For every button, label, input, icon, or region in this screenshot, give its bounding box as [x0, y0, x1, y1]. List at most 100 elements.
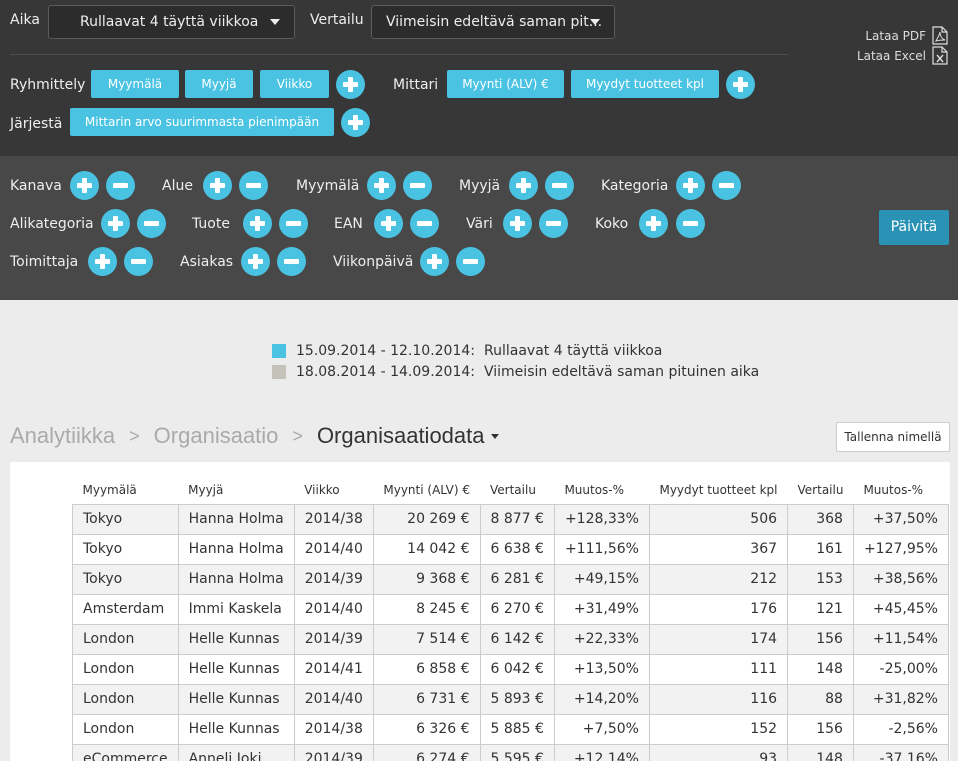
column-header[interactable]: Myynti (ALV) €	[373, 476, 480, 504]
group-chip-seller[interactable]: Myyjä	[185, 70, 253, 98]
filter-store-add-button[interactable]	[367, 171, 396, 200]
sort-chip[interactable]: Mittarin arvo suurimmasta pienimpään	[70, 108, 334, 136]
filter-seller-remove-button[interactable]	[545, 171, 574, 200]
table-cell: 6 274 €	[372, 743, 481, 761]
table-row[interactable]: Amsterdam Immi Kaskela 2014/40 8 245 €6 270…	[72, 593, 949, 625]
excel-file-icon	[932, 46, 948, 65]
column-header[interactable]: Myymälä	[73, 476, 179, 504]
table-header-row: Myymälä Myyjä Viikko Myynti (ALV) € Vert…	[73, 476, 949, 504]
group-chip-week[interactable]: Viikko	[260, 70, 329, 98]
table-cell: 2014/38	[293, 713, 374, 745]
breadcrumb: Analytiikka > Organisaatio > Organisaati…	[10, 423, 499, 449]
filter-seller-add-button[interactable]	[509, 171, 538, 200]
legend-description: Viimeisin edeltävä saman pituinen aika	[484, 364, 760, 380]
breadcrumb-separator-icon: >	[129, 425, 140, 446]
table-cell: 2014/39	[293, 743, 374, 761]
table-cell: Helle Kunnas	[177, 683, 295, 715]
filter-panel: Kanava Alue Myymälä Myyjä Kategoria Alik…	[0, 156, 958, 300]
table-cell: 156	[787, 713, 854, 745]
table-cell: +37,50%	[852, 503, 949, 535]
table-cell: 6 731 €	[372, 683, 481, 715]
column-header[interactable]: Muutos-%	[853, 476, 948, 504]
table-cell: 156	[787, 623, 854, 655]
filter-channel-remove-button[interactable]	[106, 171, 135, 200]
table-cell: +31,49%	[553, 593, 650, 625]
group-chip-store[interactable]: Myymälä	[91, 70, 179, 98]
download-pdf-link[interactable]: Lataa PDF	[865, 26, 948, 45]
filter-customer-remove-button[interactable]	[277, 247, 306, 276]
table-cell: 8 877 €	[479, 503, 555, 535]
filter-color-add-button[interactable]	[503, 209, 532, 238]
table-cell: Amsterdam	[72, 593, 179, 625]
table-cell: 111	[648, 653, 789, 685]
table-row[interactable]: Tokyo Hanna Holma 2014/40 14 042 €6 638 € +1…	[72, 533, 949, 565]
add-metric-button[interactable]	[726, 70, 755, 99]
breadcrumb-analytics[interactable]: Analytiikka	[10, 423, 115, 449]
filter-channel-add-button[interactable]	[70, 171, 99, 200]
filter-color-remove-button[interactable]	[539, 209, 568, 238]
save-as-button[interactable]: Tallenna nimellä	[836, 422, 950, 452]
filter-region-add-button[interactable]	[203, 171, 232, 200]
filter-subcategory-add-button[interactable]	[101, 209, 130, 238]
table-cell: 5 595 €	[479, 743, 555, 761]
table-cell: +31,82%	[852, 683, 949, 715]
column-header[interactable]: Myydyt tuotteet kpl	[649, 476, 787, 504]
table-cell: London	[72, 683, 179, 715]
update-button[interactable]: Päivitä	[879, 210, 949, 245]
compare-select[interactable]: Viimeisin edeltävä saman pit...	[371, 5, 615, 39]
table-row[interactable]: eCommerce Anneli Joki 2014/39 6 274 €5 595 …	[72, 743, 949, 761]
time-select[interactable]: Rullaavat 4 täyttä viikkoa	[48, 5, 295, 39]
table-cell: 174	[648, 623, 789, 655]
filter-region-remove-button[interactable]	[239, 171, 268, 200]
filter-weekday-remove-button[interactable]	[456, 247, 485, 276]
filter-store-remove-button[interactable]	[403, 171, 432, 200]
table-cell: Hanna Holma	[177, 563, 295, 595]
download-excel-link[interactable]: Lataa Excel	[857, 46, 948, 65]
legend-swatch	[272, 365, 286, 379]
filter-product-remove-button[interactable]	[279, 209, 308, 238]
legend-description: Rullaavat 4 täyttä viikkoa	[484, 343, 663, 359]
filter-supplier-remove-button[interactable]	[124, 247, 153, 276]
table-cell: 7 514 €	[372, 623, 481, 655]
column-header[interactable]: Viikko	[294, 476, 373, 504]
table-row[interactable]: London Helle Kunnas 2014/38 6 326 €5 885 € +…	[72, 713, 949, 745]
metric-chip-items-sold[interactable]: Myydyt tuotteet kpl	[571, 70, 719, 98]
filter-category-remove-button[interactable]	[712, 171, 741, 200]
filter-ean-remove-button[interactable]	[410, 209, 439, 238]
column-header[interactable]: Vertailu	[480, 476, 554, 504]
table-row[interactable]: Tokyo Hanna Holma 2014/39 9 368 €6 281 € +49…	[72, 563, 949, 595]
filter-label-weekday: Viikonpäivä	[333, 254, 414, 270]
filter-ean-add-button[interactable]	[374, 209, 403, 238]
breadcrumb-organisation[interactable]: Organisaatio	[154, 423, 279, 449]
table-row[interactable]: London Helle Kunnas 2014/40 6 731 €5 893 € +…	[72, 683, 949, 715]
filter-product-add-button[interactable]	[243, 209, 272, 238]
table-cell: 2014/40	[293, 533, 374, 565]
chevron-down-icon	[590, 19, 600, 25]
metric-chip-sales[interactable]: Myynti (ALV) €	[447, 70, 564, 98]
table-cell: 88	[787, 683, 854, 715]
column-header[interactable]: Vertailu	[788, 476, 854, 504]
table-row[interactable]: Tokyo Hanna Holma 2014/38 20 269 €8 877 € +1…	[72, 503, 949, 535]
table-cell: Immi Kaskela	[177, 593, 295, 625]
table-cell: 367	[648, 533, 789, 565]
filter-size-remove-button[interactable]	[676, 209, 705, 238]
filter-weekday-add-button[interactable]	[420, 247, 449, 276]
filter-label-ean: EAN	[334, 216, 363, 232]
filter-supplier-add-button[interactable]	[88, 247, 117, 276]
breadcrumb-current[interactable]: Organisaatiodata	[317, 423, 485, 449]
filter-category-add-button[interactable]	[676, 171, 705, 200]
filter-size-add-button[interactable]	[639, 209, 668, 238]
table-cell: 161	[787, 533, 854, 565]
table-row[interactable]: London Helle Kunnas 2014/39 7 514 €6 142 € +…	[72, 623, 949, 655]
table-cell: +127,95%	[852, 533, 949, 565]
column-header[interactable]: Myyjä	[178, 476, 294, 504]
column-header[interactable]: Muutos-%	[554, 476, 649, 504]
add-sort-button[interactable]	[341, 108, 370, 137]
add-group-button[interactable]	[336, 70, 365, 99]
chevron-down-icon[interactable]	[490, 433, 499, 439]
filter-customer-add-button[interactable]	[241, 247, 270, 276]
table-cell: Anneli Joki	[177, 743, 295, 761]
filter-subcategory-remove-button[interactable]	[137, 209, 166, 238]
filter-label-subcategory: Alikategoria	[10, 216, 94, 232]
table-row[interactable]: London Helle Kunnas 2014/41 6 858 €6 042 € +…	[72, 653, 949, 685]
